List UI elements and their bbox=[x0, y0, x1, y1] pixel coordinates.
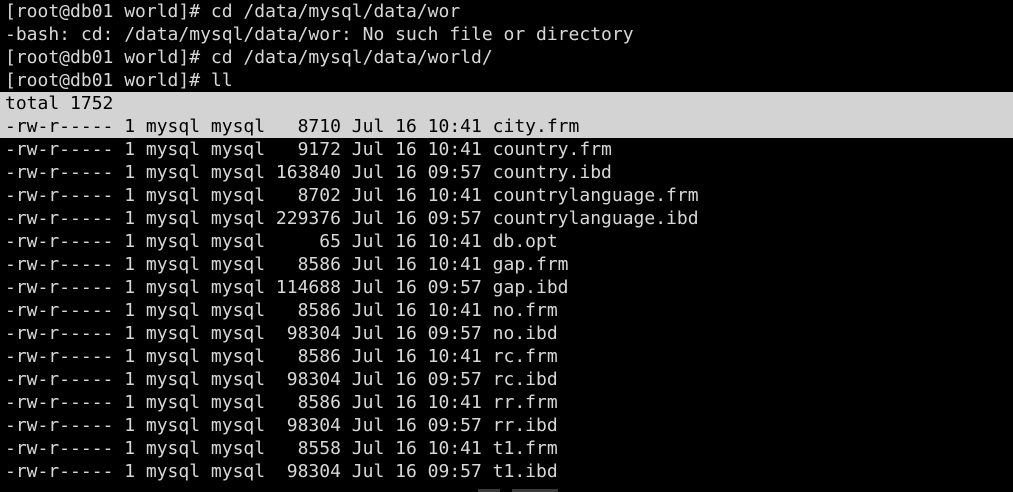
listing-line: -rw-r----- 1 mysql mysql 8586 Jul 16 10:… bbox=[5, 254, 569, 275]
listing-line: -rw-r----- 1 mysql mysql 163840 Jul 16 0… bbox=[5, 162, 612, 183]
terminal-line: [root@db01 world]# cd /data/mysql/data/w… bbox=[5, 1, 461, 22]
terminal-bottom-edge bbox=[0, 488, 1013, 492]
listing-line: -rw-r----- 1 mysql mysql 65 Jul 16 10:41… bbox=[5, 231, 558, 252]
listing-line: -rw-r----- 1 mysql mysql 98304 Jul 16 09… bbox=[5, 415, 558, 436]
listing-line: -rw-r----- 1 mysql mysql 8586 Jul 16 10:… bbox=[5, 392, 558, 413]
listing-line: -rw-r----- 1 mysql mysql 229376 Jul 16 0… bbox=[5, 208, 699, 229]
selected-line: total 1752 bbox=[0, 92, 1013, 115]
terminal-line: [root@db01 world]# ll bbox=[5, 70, 233, 91]
listing-line: -rw-r----- 1 mysql mysql 8702 Jul 16 10:… bbox=[5, 185, 699, 206]
listing-line: -rw-r----- 1 mysql mysql 8558 Jul 16 10:… bbox=[5, 438, 558, 459]
listing-line: -rw-r----- 1 mysql mysql 8586 Jul 16 10:… bbox=[5, 300, 558, 321]
selected-line: -rw-r----- 1 mysql mysql 8710 Jul 16 10:… bbox=[0, 115, 1013, 138]
listing-line: -rw-r----- 1 mysql mysql 98304 Jul 16 09… bbox=[5, 461, 558, 482]
terminal-window[interactable]: [root@db01 world]# cd /data/mysql/data/w… bbox=[0, 0, 1013, 492]
listing-line: -rw-r----- 1 mysql mysql 114688 Jul 16 0… bbox=[5, 277, 569, 298]
listing-line: -rw-r----- 1 mysql mysql 8586 Jul 16 10:… bbox=[5, 346, 558, 367]
terminal-line: [root@db01 world]# cd /data/mysql/data/w… bbox=[5, 47, 493, 68]
listing-line: -rw-r----- 1 mysql mysql 98304 Jul 16 09… bbox=[5, 323, 558, 344]
terminal-line: -bash: cd: /data/mysql/data/wor: No such… bbox=[5, 24, 634, 45]
listing-line: -rw-r----- 1 mysql mysql 98304 Jul 16 09… bbox=[5, 369, 558, 390]
listing-line: -rw-r----- 1 mysql mysql 9172 Jul 16 10:… bbox=[5, 139, 612, 160]
